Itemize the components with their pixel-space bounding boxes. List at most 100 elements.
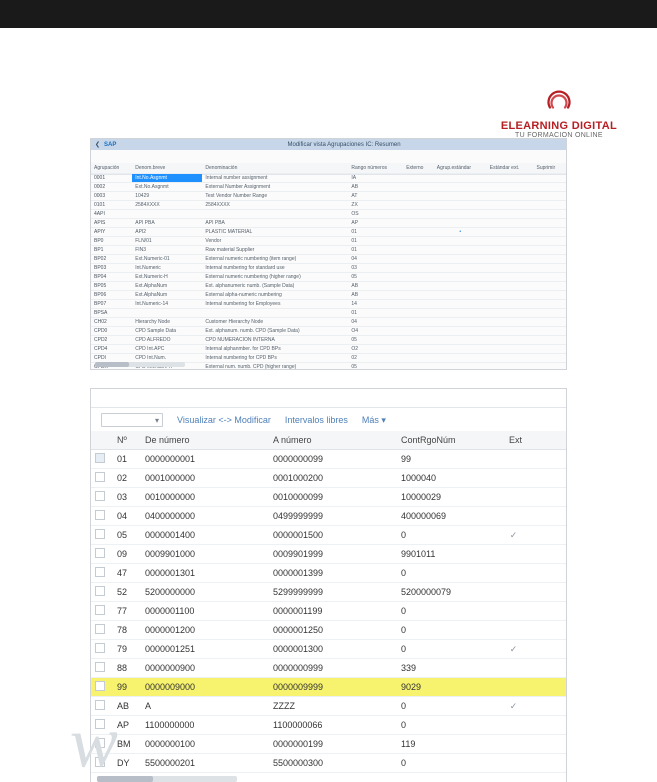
- grouping-row[interactable]: BP04Ext.Numeric-HExternal numeric number…: [91, 273, 566, 282]
- checkbox-icon[interactable]: [95, 586, 105, 596]
- col-range[interactable]: Rango números: [348, 163, 403, 174]
- checkbox-icon[interactable]: [95, 529, 105, 539]
- checkbox-icon[interactable]: [95, 491, 105, 501]
- grouping-row[interactable]: BP02Ext.Numeric-01External numeric numbe…: [91, 255, 566, 264]
- grouping-row[interactable]: BP1FIN3Raw material Supplier01: [91, 246, 566, 255]
- row-select[interactable]: [91, 621, 113, 640]
- range-row[interactable]: 010000000001000000009999: [91, 450, 566, 469]
- cell: CPD Sample Data: [132, 327, 202, 336]
- range-row[interactable]: 0404000000000499999999400000069: [91, 507, 566, 526]
- grouping-row[interactable]: 4APIOS: [91, 210, 566, 219]
- range-row[interactable]: 05000000140000000015000✓: [91, 526, 566, 545]
- cell-a: 0000000999: [269, 659, 397, 678]
- checkbox-icon[interactable]: [95, 510, 105, 520]
- grouping-row[interactable]: 01012584XXXX2584XXXXZX: [91, 201, 566, 210]
- row-select[interactable]: [91, 659, 113, 678]
- range-row[interactable]: 09000990100000099019999901011: [91, 545, 566, 564]
- col-from[interactable]: De número: [141, 431, 269, 450]
- toggle-display-modify[interactable]: Visualizar <-> Modificar: [177, 415, 271, 425]
- col-name[interactable]: Denominación: [202, 163, 348, 174]
- col-current[interactable]: ContRgoNúm: [397, 431, 505, 450]
- checkbox-icon[interactable]: [95, 472, 105, 482]
- checkbox-icon[interactable]: [95, 624, 105, 634]
- range-row[interactable]: 52520000000052999999995200000079: [91, 583, 566, 602]
- row-select[interactable]: [91, 716, 113, 735]
- range-row[interactable]: BM00000001000000000199119: [91, 735, 566, 754]
- grouping-row[interactable]: CH02Hierarchy NodeCustomer Hierarchy Nod…: [91, 318, 566, 327]
- grouping-row[interactable]: BPSA01: [91, 309, 566, 318]
- col-ext2[interactable]: Ext: [505, 431, 566, 450]
- row-select[interactable]: [91, 735, 113, 754]
- range-row[interactable]: AP110000000011000000660: [91, 716, 566, 735]
- col-grouping[interactable]: Agrupación: [91, 163, 132, 174]
- cell: [534, 282, 567, 291]
- col-to[interactable]: A número: [269, 431, 397, 450]
- back-icon[interactable]: ❮: [95, 141, 100, 148]
- range-row[interactable]: 99000000900000000099999029: [91, 678, 566, 697]
- checkbox-icon[interactable]: [95, 548, 105, 558]
- grouping-grid[interactable]: Agrupación Denom.breve Denominación Rang…: [91, 163, 566, 369]
- row-select[interactable]: [91, 507, 113, 526]
- col-idx[interactable]: Nº: [113, 431, 141, 450]
- checkbox-icon[interactable]: [95, 662, 105, 672]
- grouping-row[interactable]: BP03Int.NumericInternal numbering for st…: [91, 264, 566, 273]
- range-row[interactable]: ABAZZZZ0✓: [91, 697, 566, 716]
- number-range-grid[interactable]: Nº De número A número ContRgoNúm Ext 010…: [91, 431, 566, 776]
- panel2-h-scrollbar[interactable]: [97, 776, 237, 782]
- row-select[interactable]: [91, 488, 113, 507]
- col-shortname[interactable]: Denom.breve: [132, 163, 202, 174]
- grouping-row[interactable]: BP07Int.Numeric-14Internal numbering for…: [91, 300, 566, 309]
- checkbox-icon[interactable]: [95, 719, 105, 729]
- col-select[interactable]: [91, 431, 113, 450]
- checkbox-icon[interactable]: [95, 643, 105, 653]
- range-row[interactable]: 02000100000000010002001000040: [91, 469, 566, 488]
- grouping-row[interactable]: 000310429Test Vendor Number RangeAT: [91, 192, 566, 201]
- grouping-row[interactable]: APISAPI PBAAPI PBAAP: [91, 219, 566, 228]
- range-row[interactable]: 47000000130100000013990: [91, 564, 566, 583]
- row-select[interactable]: [91, 545, 113, 564]
- grouping-row[interactable]: CPD2CPD ALFREDOCPD NUMERACION INTERNA05: [91, 336, 566, 345]
- row-select[interactable]: [91, 526, 113, 545]
- grouping-row[interactable]: CPD4CPD Int.APCInternal alphanmber. for …: [91, 345, 566, 354]
- col-std[interactable]: Agrup.estándar: [434, 163, 487, 174]
- checkbox-icon[interactable]: [95, 567, 105, 577]
- checkbox-icon[interactable]: [95, 738, 105, 748]
- grouping-row[interactable]: 0001Int.No.AsgnmtInternal number assignm…: [91, 174, 566, 183]
- checkbox-icon[interactable]: [95, 681, 105, 691]
- checkbox-icon[interactable]: [95, 453, 105, 463]
- row-select[interactable]: [91, 564, 113, 583]
- range-row[interactable]: DY550000020155000003000: [91, 754, 566, 773]
- col-del[interactable]: Suprimir: [534, 163, 567, 174]
- range-row[interactable]: 78000000120000000012500: [91, 621, 566, 640]
- h-scrollbar[interactable]: [95, 362, 185, 367]
- grouping-row[interactable]: BP05Ext.AlphaNumExt. alphanumeric numb. …: [91, 282, 566, 291]
- row-select[interactable]: [91, 583, 113, 602]
- checkbox-icon[interactable]: [95, 757, 105, 767]
- range-row[interactable]: 030010000000001000009910000029: [91, 488, 566, 507]
- grouping-row[interactable]: BP06Ext.AlphaNumExternal alpha-numeric n…: [91, 291, 566, 300]
- row-select[interactable]: [91, 678, 113, 697]
- range-row[interactable]: 79000000125100000013000✓: [91, 640, 566, 659]
- range-row[interactable]: 77000000110000000011990: [91, 602, 566, 621]
- grouping-row[interactable]: CPD0CPD Sample DataExt. alphanum. numb. …: [91, 327, 566, 336]
- row-select[interactable]: [91, 754, 113, 773]
- grouping-row[interactable]: 0002Ext.No.AsgnmtExternal Number Assignm…: [91, 183, 566, 192]
- range-row[interactable]: 8800000009000000000999339: [91, 659, 566, 678]
- row-select[interactable]: [91, 640, 113, 659]
- grouping-row[interactable]: BP0FLN/01Vendor01: [91, 237, 566, 246]
- cell: [403, 345, 434, 354]
- free-intervals[interactable]: Intervalos libres: [285, 415, 348, 425]
- row-select[interactable]: [91, 469, 113, 488]
- row-select[interactable]: [91, 697, 113, 716]
- grouping-row[interactable]: APIYAPI2PLASTIC MATERIAL01•: [91, 228, 566, 237]
- row-select[interactable]: [91, 450, 113, 469]
- scrollbar-thumb[interactable]: [95, 362, 129, 367]
- row-select[interactable]: [91, 602, 113, 621]
- col-ext[interactable]: Externo: [403, 163, 434, 174]
- panel2-scrollbar-thumb[interactable]: [97, 776, 153, 782]
- panel2-view-selector[interactable]: [101, 413, 163, 427]
- panel2-more[interactable]: Más: [362, 415, 386, 426]
- col-stdext[interactable]: Estándar ext.: [487, 163, 534, 174]
- checkbox-icon[interactable]: [95, 700, 105, 710]
- checkbox-icon[interactable]: [95, 605, 105, 615]
